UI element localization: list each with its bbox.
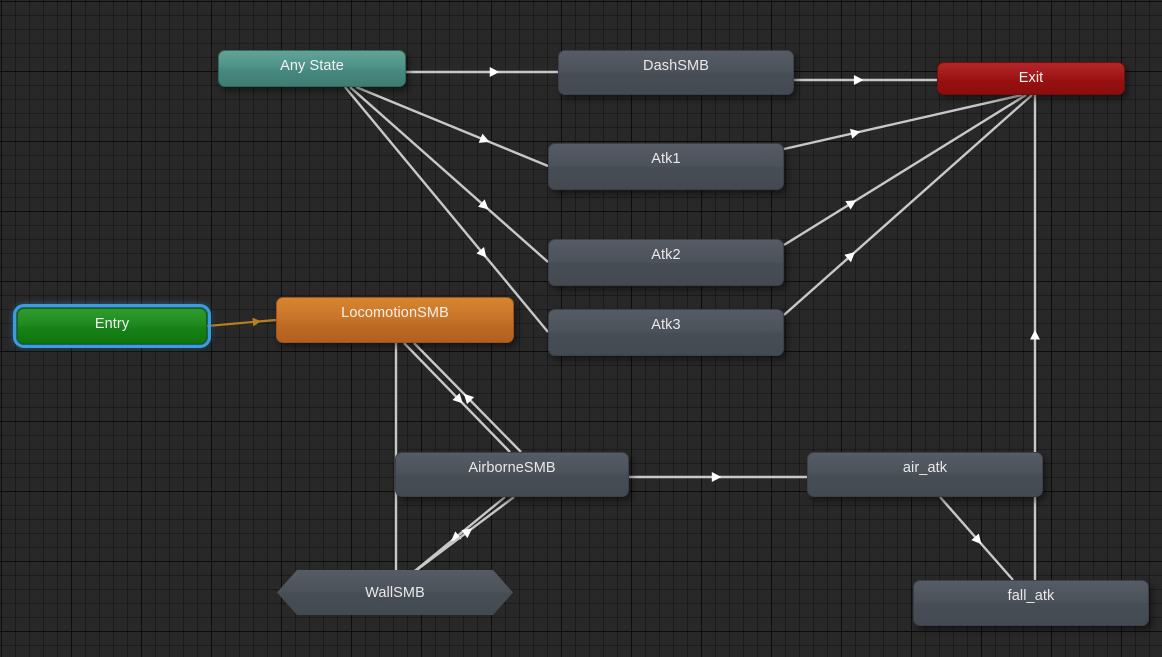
state-node-fall_atk[interactable]: fall_atk	[913, 580, 1149, 626]
state-node-air_atk[interactable]: air_atk	[807, 452, 1043, 497]
state-node-label: air_atk	[902, 460, 948, 476]
state-node-label: Atk3	[651, 317, 681, 333]
state-node-airborne_smb[interactable]: AirborneSMB	[395, 452, 629, 497]
state-node-label: Any State	[280, 58, 344, 74]
state-node-label: DashSMB	[643, 58, 709, 74]
state-node-atk3[interactable]: Atk3	[548, 309, 784, 356]
state-node-label: Atk1	[651, 151, 681, 167]
state-node-exit[interactable]: Exit	[937, 62, 1125, 95]
animator-graph-canvas[interactable]: Any State DashSMB Exit Atk1 Atk2 Atk3 Entry Loc…	[0, 0, 1162, 657]
state-node-atk1[interactable]: Atk1	[548, 143, 784, 190]
state-node-dash_smb[interactable]: DashSMB	[558, 50, 794, 95]
state-node-label: Entry	[94, 316, 130, 332]
state-node-label: LocomotionSMB	[341, 305, 449, 321]
state-node-label: fall_atk	[1007, 588, 1055, 604]
state-node-wall_smb[interactable]: WallSMB	[277, 570, 513, 615]
state-node-entry[interactable]: Entry	[13, 304, 211, 348]
state-node-label: Atk2	[651, 247, 681, 263]
hex-node-shape	[277, 570, 513, 615]
state-node-any_state[interactable]: Any State	[218, 50, 406, 87]
state-node-locomotion_smb[interactable]: LocomotionSMB	[276, 297, 514, 343]
state-node-atk2[interactable]: Atk2	[548, 239, 784, 286]
state-node-label: AirborneSMB	[468, 460, 556, 476]
state-node-label: Exit	[1018, 70, 1044, 86]
